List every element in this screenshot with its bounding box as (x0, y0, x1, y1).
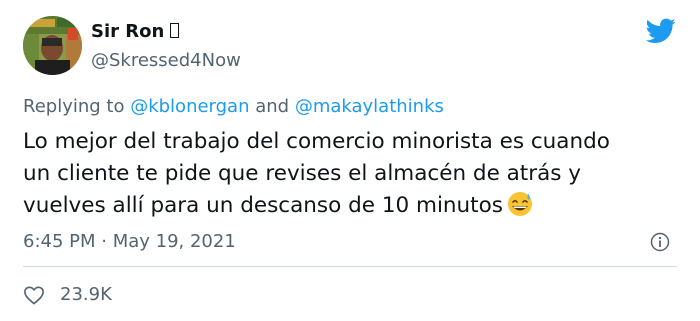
avatar[interactable] (23, 16, 82, 75)
tweet-card: Sir Ron @Skressed4Now Replying to @kblon… (0, 0, 700, 321)
reply-context: Replying to @kblonergan and @makaylathin… (23, 95, 444, 119)
display-name-text: Sir Ron (91, 21, 165, 42)
like-action[interactable]: 23.9K (23, 283, 112, 307)
heart-icon[interactable] (23, 285, 45, 305)
mention-link-makaylathinks[interactable]: @makaylathinks (295, 96, 444, 117)
mention-link-kblonergan[interactable]: @kblonergan (130, 96, 249, 117)
reply-conjunction: and (249, 96, 295, 117)
like-count: 23.9K (60, 284, 112, 305)
tweet-text-line-content: vuelves allí para un descanso de 10 minu… (23, 193, 503, 218)
tweet-text-line: un cliente te pide que revises el almacé… (23, 161, 582, 186)
divider (23, 266, 677, 267)
tweet-timestamp[interactable]: 6:45 PM · May 19, 2021 (23, 230, 236, 254)
missing-glyph-icon (170, 23, 180, 38)
info-icon[interactable] (650, 232, 670, 252)
tweet-text-line: vuelves allí para un descanso de 10 minu… (23, 190, 683, 222)
tweet-text: Lo mejor del trabajo del comercio minori… (23, 126, 683, 222)
twitter-bird-icon[interactable] (646, 18, 676, 44)
display-name[interactable]: Sir Ron (91, 20, 180, 44)
tweet-text-line: Lo mejor del trabajo del comercio minori… (23, 129, 610, 154)
grinning-face-with-sweat-icon (507, 192, 532, 216)
user-handle[interactable]: @Skressed4Now (91, 49, 241, 73)
reply-prefix: Replying to (23, 96, 131, 117)
